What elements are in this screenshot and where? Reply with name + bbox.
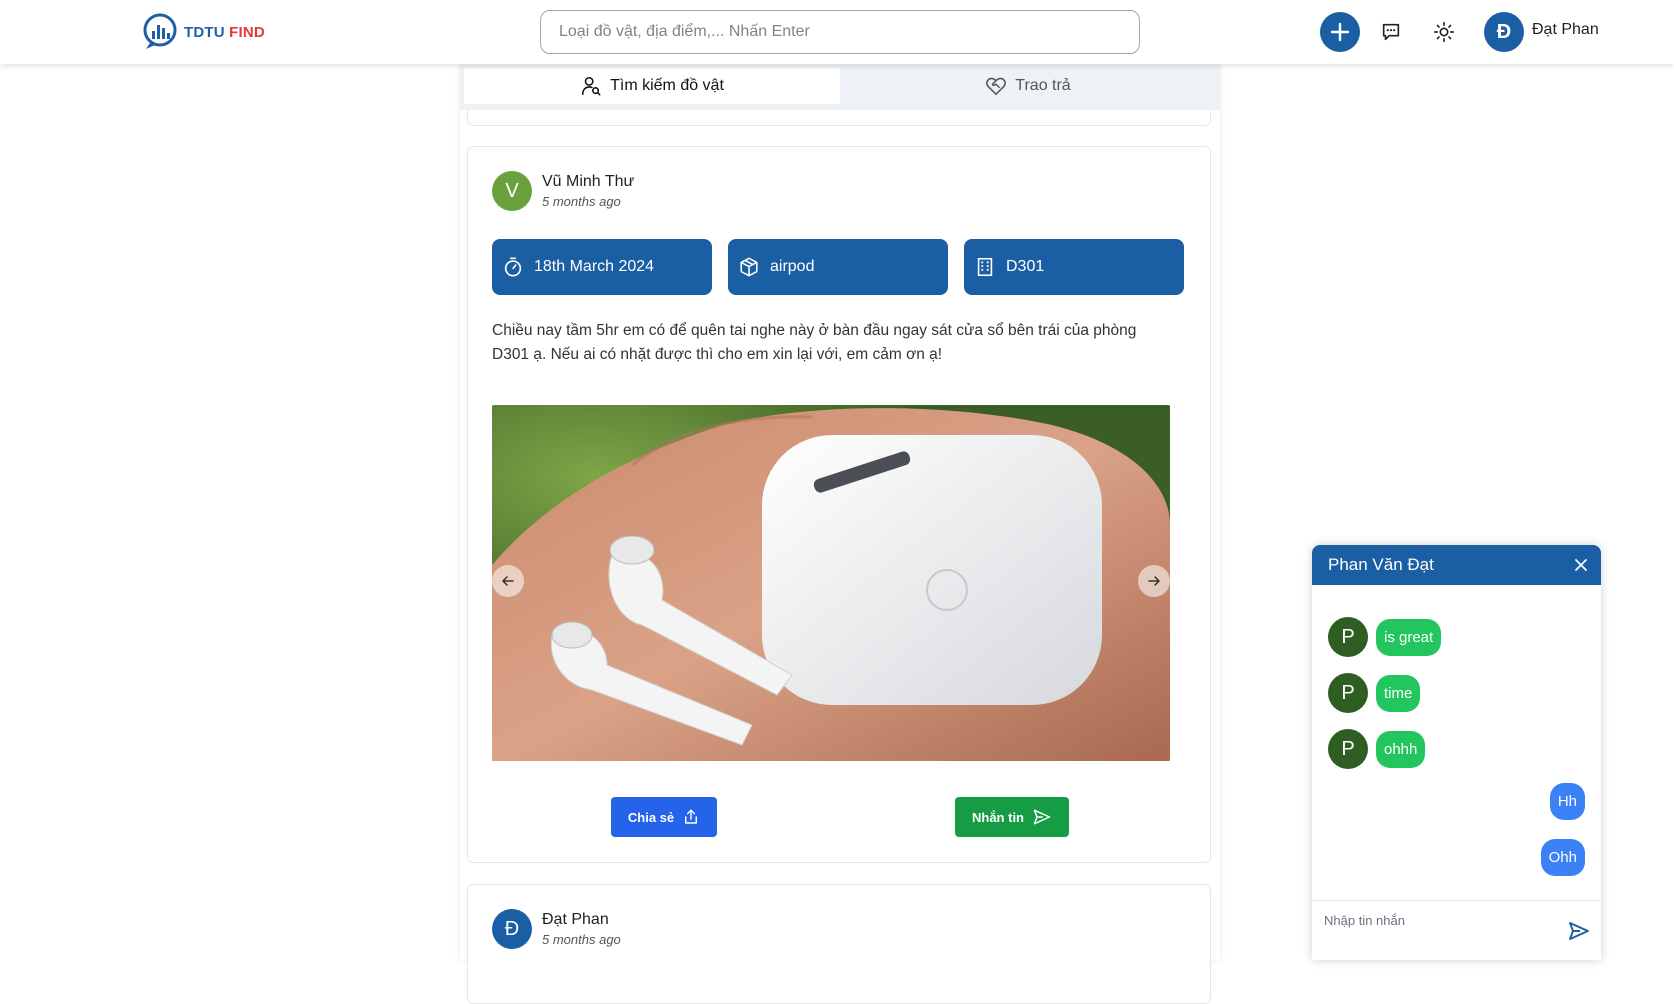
author-avatar[interactable]: V: [492, 171, 532, 211]
top-navbar: TDTU FIND Đ Đạt Phan: [0, 0, 1674, 64]
share-button-label: Chia sẻ: [627, 809, 675, 825]
previous-post-card: [467, 110, 1211, 126]
arrow-right-icon: [1148, 576, 1161, 586]
post-author: V Vũ Minh Thư 5 months ago: [492, 171, 634, 211]
post-description: Chiều nay tầm 5hr em có để quên tai nghe…: [492, 322, 1137, 363]
post-time: 5 months ago: [542, 932, 621, 947]
logo-text-find: FIND: [229, 23, 265, 41]
airpods-photo: [492, 405, 1170, 761]
chat-message-incoming: P is great: [1328, 617, 1442, 657]
author-avatar[interactable]: Đ: [492, 909, 532, 949]
tab-return[interactable]: Trao trả: [840, 68, 1216, 104]
search-input[interactable]: [540, 10, 1140, 54]
location-chip: D301: [964, 239, 1184, 295]
post-image[interactable]: [492, 405, 1170, 761]
share-button[interactable]: Chia sẻ: [611, 797, 717, 837]
chat-message-outgoing: Hh: [1549, 783, 1585, 820]
feed-tabs: Tìm kiếm đồ vật Trao trả: [460, 64, 1220, 110]
logo[interactable]: TDTU FIND: [142, 13, 265, 51]
heart-handshake-icon: [986, 77, 1007, 96]
tab-search-items[interactable]: Tìm kiếm đồ vật: [464, 68, 840, 104]
feed-column: V Vũ Minh Thư 5 months ago 18th March 20…: [460, 64, 1220, 1004]
chat-message-incoming: P time: [1328, 673, 1421, 713]
chat-bubble-icon: [1382, 23, 1400, 41]
add-post-button[interactable]: [1320, 12, 1360, 52]
message-bubble: ohhh: [1376, 730, 1426, 768]
timer-icon: [504, 257, 522, 277]
logo-icon: [143, 13, 177, 49]
sender-avatar: P: [1328, 617, 1368, 657]
share-icon: [685, 809, 698, 824]
message-bubble: is great: [1376, 618, 1442, 656]
tab-return-label: Trao trả: [1015, 77, 1071, 94]
author-name[interactable]: Vũ Minh Thư: [542, 173, 634, 191]
message-bubble: time: [1376, 674, 1421, 712]
post-author: Đ Đạt Phan 5 months ago: [492, 909, 621, 949]
close-icon: [1575, 559, 1587, 571]
tab-search-label: Tìm kiếm đồ vật: [610, 77, 724, 94]
post-info-chips: 18th March 2024 airpod D301: [492, 239, 1184, 295]
date-chip: 18th March 2024: [492, 239, 712, 295]
post-time: 5 months ago: [542, 194, 621, 209]
user-search-icon: [582, 76, 601, 96]
chat-panel: Phan Văn Đạt P is great P time P ohhh Hh…: [1312, 545, 1601, 960]
item-chip-label: airpod: [770, 258, 815, 275]
chat-message-outgoing: Ohh: [1540, 839, 1585, 876]
send-icon: [1033, 809, 1051, 825]
message-button[interactable]: Nhắn tin: [955, 797, 1069, 837]
building-icon: [977, 257, 993, 277]
logo-text-tdtu: TDTU: [184, 23, 225, 41]
image-prev-button[interactable]: [492, 565, 524, 597]
chat-title: Phan Văn Đạt: [1328, 555, 1434, 574]
chat-input-area: [1312, 900, 1601, 960]
plus-icon: [1330, 22, 1350, 42]
sender-avatar: P: [1328, 673, 1368, 713]
chat-message-input[interactable]: [1324, 909, 1554, 931]
post-card: V Vũ Minh Thư 5 months ago 18th March 20…: [467, 146, 1211, 863]
user-name[interactable]: Đạt Phan: [1532, 21, 1599, 39]
sender-avatar: P: [1328, 729, 1368, 769]
author-name[interactable]: Đạt Phan: [542, 911, 621, 929]
item-chip: airpod: [728, 239, 948, 295]
post-card: Đ Đạt Phan 5 months ago: [467, 884, 1211, 1004]
logo-text: TDTU FIND: [184, 24, 265, 41]
messages-button[interactable]: [1377, 18, 1405, 46]
chat-close-button[interactable]: [1571, 555, 1591, 575]
message-button-label: Nhắn tin: [972, 809, 1024, 825]
package-icon: [740, 257, 758, 277]
chat-send-button[interactable]: [1565, 917, 1593, 945]
chat-header: Phan Văn Đạt: [1312, 545, 1601, 585]
location-chip-label: D301: [1006, 258, 1045, 275]
theme-toggle-button[interactable]: [1430, 18, 1458, 46]
send-icon: [1569, 922, 1589, 940]
user-avatar[interactable]: Đ: [1484, 12, 1524, 52]
date-chip-label: 18th March 2024: [534, 258, 655, 275]
sun-icon: [1434, 22, 1454, 42]
arrow-left-icon: [501, 576, 514, 586]
chat-message-incoming: P ohhh: [1328, 729, 1426, 769]
image-next-button[interactable]: [1138, 565, 1170, 597]
